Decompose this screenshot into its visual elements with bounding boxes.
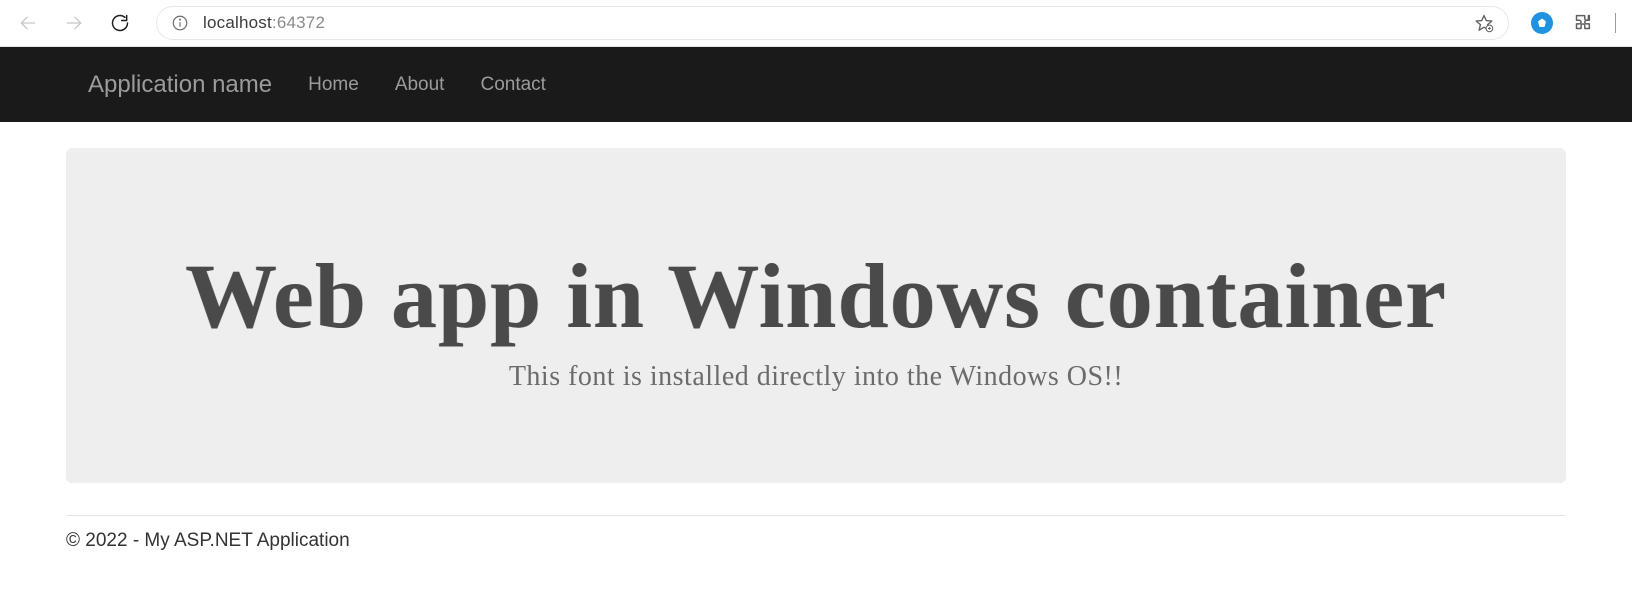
arrow-right-icon [64, 13, 84, 33]
url-host: localhost [203, 13, 272, 32]
forward-button[interactable] [54, 5, 94, 41]
arrow-left-icon [18, 13, 38, 33]
back-button[interactable] [8, 5, 48, 41]
reload-button[interactable] [100, 5, 140, 41]
nav-link-about[interactable]: About [395, 74, 445, 96]
footer-separator [66, 515, 1566, 516]
navbar-brand[interactable]: Application name [88, 71, 272, 99]
jumbotron: Web app in Windows container This font i… [66, 148, 1566, 483]
favorite-icon[interactable] [1474, 13, 1494, 33]
hero-subtitle: This font is installed directly into the… [106, 361, 1526, 393]
hero-title: Web app in Windows container [106, 248, 1526, 345]
browser-toolbar: localhost:64372 [0, 0, 1632, 47]
info-icon [171, 14, 189, 32]
url-text: localhost:64372 [203, 13, 325, 33]
extension-fox-icon [1536, 17, 1548, 29]
footer: © 2022 - My ASP.NET Application [0, 530, 1632, 552]
extensions-icon[interactable] [1571, 12, 1593, 34]
footer-text: © 2022 - My ASP.NET Application [66, 530, 1566, 552]
reload-icon [110, 13, 130, 33]
address-bar[interactable]: localhost:64372 [156, 6, 1509, 40]
browser-right-icons [1525, 12, 1624, 34]
url-port: :64372 [272, 13, 325, 32]
nav-link-home[interactable]: Home [308, 74, 359, 96]
extension-badge[interactable] [1531, 12, 1553, 34]
nav-link-contact[interactable]: Contact [480, 74, 545, 96]
main-container: Web app in Windows container This font i… [0, 148, 1632, 483]
toolbar-separator [1615, 13, 1616, 33]
app-navbar: Application name Home About Contact [0, 47, 1632, 122]
